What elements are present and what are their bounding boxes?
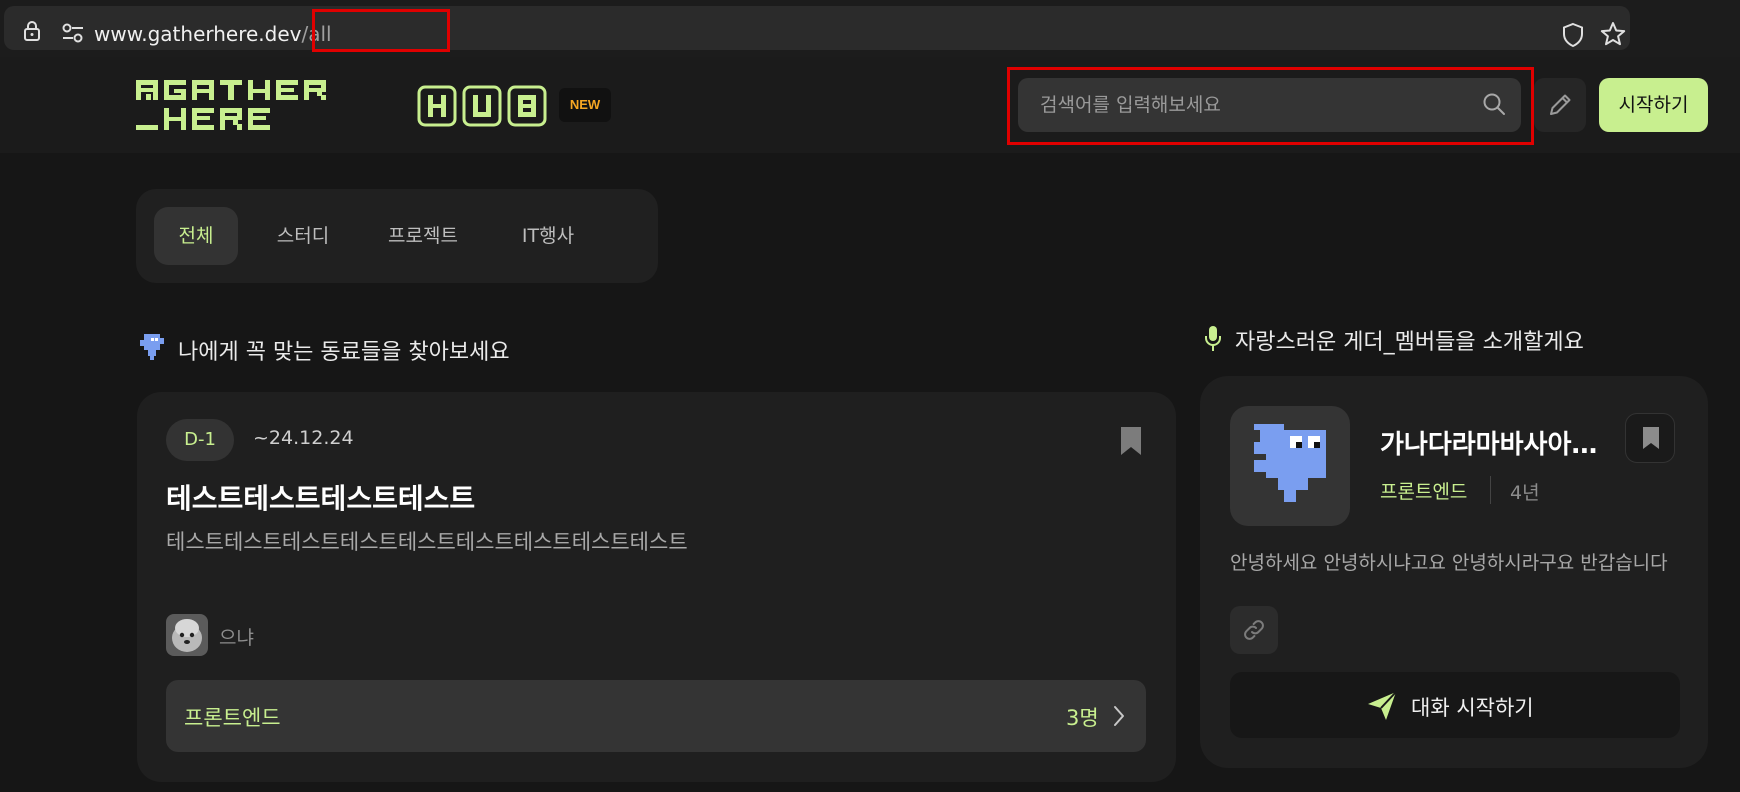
post-title: 테스트테스트테스트테스트 <box>166 482 476 515</box>
chevron-right-icon <box>1114 706 1124 726</box>
start-button[interactable]: 시작하기 <box>1599 78 1708 132</box>
link-button[interactable] <box>1230 606 1278 654</box>
tab-it-event[interactable]: IT행사 <box>498 207 598 265</box>
role-count: 3명 <box>1066 706 1099 730</box>
tune-icon[interactable] <box>61 22 85 44</box>
gatherhere-logo[interactable] <box>134 78 350 132</box>
author-avatar <box>166 614 208 656</box>
url-domain: www.gatherhere.dev <box>94 22 302 46</box>
link-icon <box>1244 620 1264 640</box>
write-button[interactable] <box>1534 78 1586 132</box>
member-bookmark-button[interactable] <box>1625 413 1675 463</box>
member-name: 가나다라마바사아자차카타파하 <box>1380 430 1620 460</box>
tab-all[interactable]: 전체 <box>154 207 238 265</box>
pencil-icon <box>1550 94 1571 115</box>
role-name: 프론트엔드 <box>184 706 281 730</box>
member-avatar <box>1230 406 1350 526</box>
category-tabs: 전체 스터디 프로젝트 IT행사 <box>136 189 658 283</box>
shield-icon[interactable] <box>1561 22 1585 48</box>
member-card[interactable]: 가나다라마바사아자차카타파하 프론트엔드 4년 안녕하세요 안녕하시냐고요 안녕… <box>1200 376 1708 768</box>
start-chat-button[interactable]: 대화 시작하기 <box>1230 672 1680 738</box>
search-icon[interactable] <box>1482 92 1506 116</box>
teammates-section-label: 나에게 꼭 맞는 동료들을 찾아보세요 <box>178 340 510 365</box>
hub-logo <box>417 85 547 127</box>
tab-study[interactable]: 스터디 <box>258 207 348 265</box>
star-icon[interactable] <box>1600 21 1626 47</box>
member-years: 4년 <box>1510 482 1540 504</box>
member-role: 프론트엔드 <box>1380 481 1468 503</box>
search-input[interactable] <box>1040 78 1470 132</box>
dday-badge: D-1 <box>166 419 234 461</box>
url-text[interactable]: www.gatherhere.dev/all <box>94 22 332 46</box>
site-header: NEW 시작하기 <box>0 57 1740 153</box>
role-recruit-row[interactable]: 프론트엔드 3명 <box>166 680 1146 752</box>
author-name: 으냐 <box>219 627 254 649</box>
members-section-label: 자랑스러운 게더_멤버들을 소개할게요 <box>1235 330 1584 355</box>
new-badge: NEW <box>559 88 611 122</box>
browser-toolbar: www.gatherhere.dev/all <box>0 0 1740 57</box>
mascot-icon <box>140 334 164 360</box>
tab-project[interactable]: 프로젝트 <box>368 207 478 265</box>
bookmark-icon <box>1643 427 1659 449</box>
address-bar[interactable]: www.gatherhere.dev/all <box>4 6 1630 50</box>
mascot-icon <box>1254 424 1326 502</box>
deadline-date: ~24.12.24 <box>253 427 354 449</box>
member-intro: 안녕하세요 안녕하시냐고요 안녕하시라구요 반갑습니다 <box>1230 552 1668 574</box>
divider <box>1490 476 1491 504</box>
lock-icon[interactable] <box>21 20 43 42</box>
post-description: 테스트테스트테스트테스트테스트테스트테스트테스트테스트 <box>166 530 688 554</box>
start-chat-label: 대화 시작하기 <box>1411 696 1534 720</box>
redaction-highlight <box>312 9 450 52</box>
bookmark-icon[interactable] <box>1119 425 1143 457</box>
send-icon <box>1368 691 1397 720</box>
microphone-icon <box>1205 326 1221 351</box>
search-box[interactable] <box>1018 78 1521 132</box>
post-card[interactable]: D-1 ~24.12.24 테스트테스트테스트테스트 테스트테스트테스트테스트테… <box>137 392 1176 782</box>
